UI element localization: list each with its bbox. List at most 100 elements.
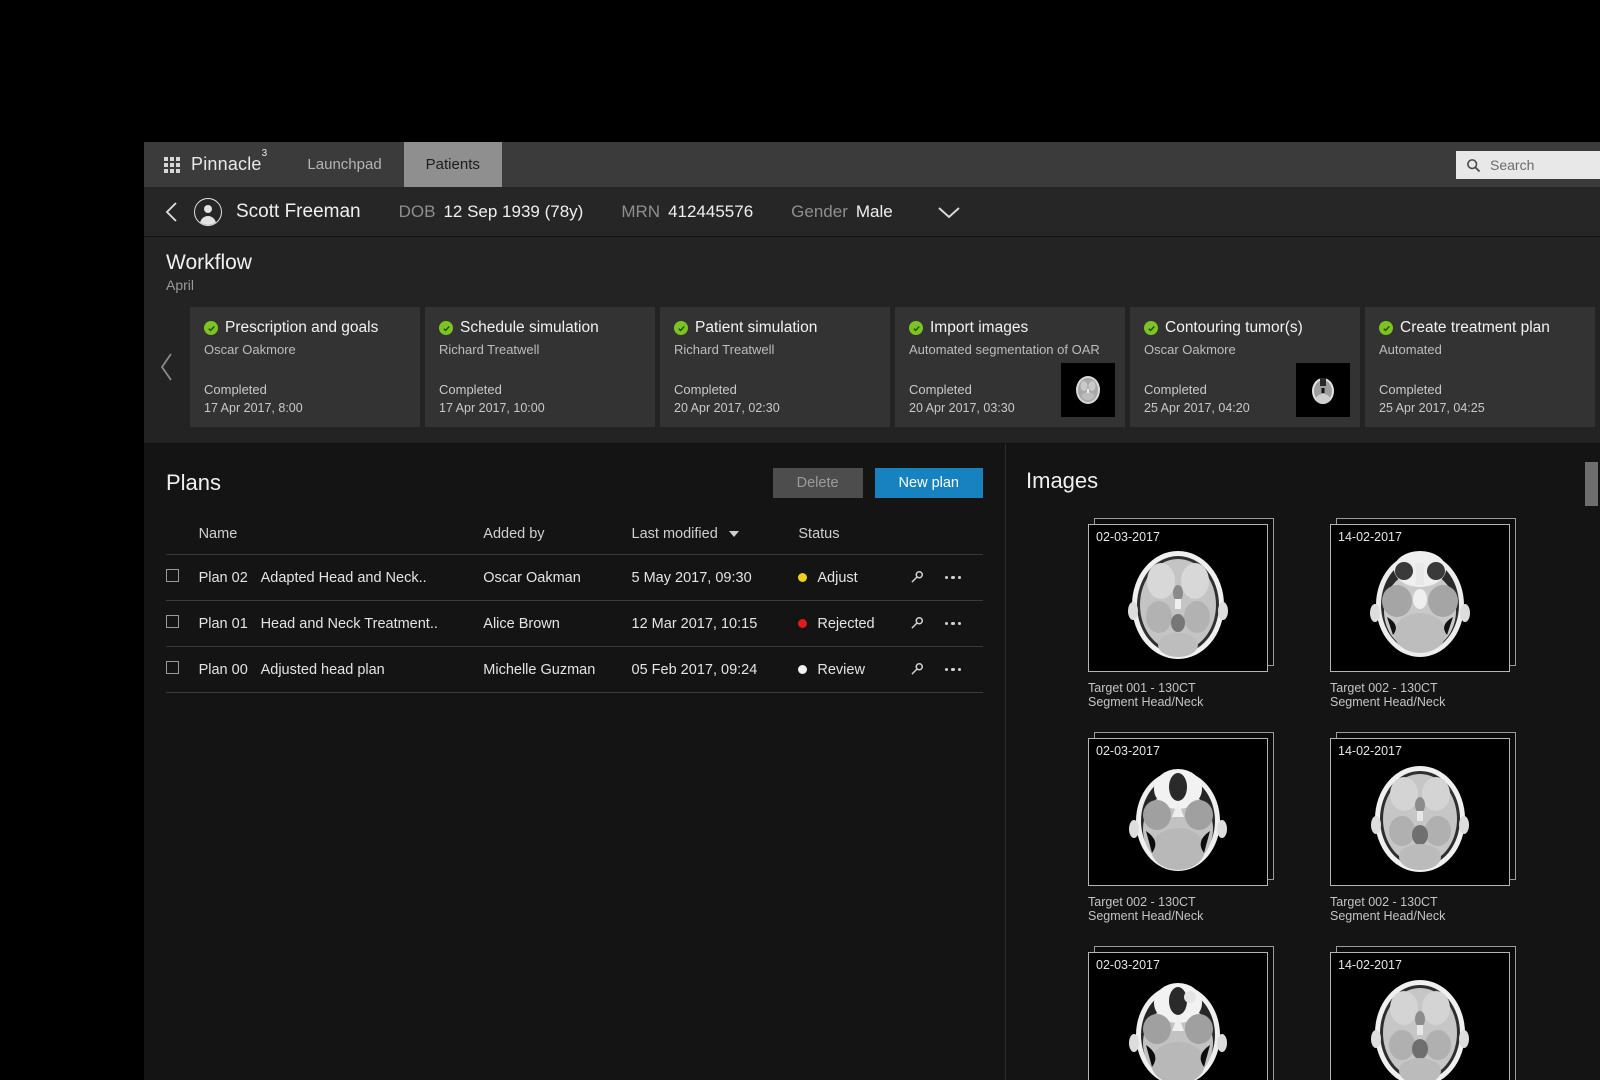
check-circle-icon: [674, 321, 688, 335]
workflow-card-title: Schedule simulation: [460, 319, 599, 336]
workflow-card-status: Completed: [1379, 382, 1442, 397]
images-scrollbar-thumb[interactable]: [1585, 462, 1598, 506]
chevron-down-icon[interactable]: [935, 203, 963, 221]
workflow-prev-button[interactable]: [144, 307, 190, 427]
dob-label: DOB: [398, 201, 436, 221]
pin-icon[interactable]: [908, 661, 945, 678]
ct-slice-image: [1331, 525, 1509, 671]
list-item[interactable]: 14-02-2017: [1330, 518, 1516, 710]
image-thumbnail-stack[interactable]: 02-03-2017: [1088, 518, 1274, 672]
plan-last-modified: 5 May 2017, 09:30: [631, 554, 799, 601]
image-date: 14-02-2017: [1338, 743, 1402, 758]
tab-patients[interactable]: Patients: [403, 142, 502, 187]
table-row[interactable]: Plan 02 Adapted Head and Neck.. Oscar Oak…: [166, 554, 983, 601]
image-frame: 02-03-2017: [1088, 737, 1268, 886]
row-checkbox[interactable]: [166, 569, 179, 582]
row-checkbox[interactable]: [166, 615, 179, 628]
workflow-card-header: Contouring tumor(s): [1144, 319, 1346, 337]
table-row[interactable]: Plan 01 Head and Neck Treatment.. Alice B…: [166, 600, 983, 647]
chevron-left-icon[interactable]: [164, 200, 180, 224]
plan-added-by: Oscar Oakman: [483, 554, 632, 601]
image-thumbnail-stack[interactable]: 14-02-2017: [1330, 945, 1516, 1080]
column-header-added-by[interactable]: Added by: [483, 526, 632, 555]
column-header-more: [944, 526, 983, 555]
workflow-card-prescription-and-goals[interactable]: Prescription and goals Oscar Oakmore Com…: [190, 307, 420, 427]
gender-label: Gender: [791, 201, 848, 221]
ct-slice-image: [1331, 738, 1509, 885]
list-item[interactable]: 02-03-2017: [1088, 945, 1274, 1080]
image-thumbnail-stack[interactable]: 02-03-2017: [1088, 945, 1274, 1080]
image-thumbnail-stack[interactable]: 14-02-2017: [1330, 731, 1516, 886]
more-options-icon[interactable]: [944, 667, 983, 672]
patient-name: Scott Freeman: [236, 200, 361, 222]
more-options-icon[interactable]: [944, 575, 983, 580]
workflow-card-thumbnail[interactable]: [1061, 363, 1115, 417]
workflow-month-label: April: [166, 277, 195, 293]
list-item[interactable]: 02-03-2017: [1088, 518, 1274, 710]
pin-icon[interactable]: [908, 615, 945, 632]
search-box[interactable]: Search: [1456, 151, 1600, 179]
patient-field-gender: Gender Male: [791, 202, 893, 222]
plan-pin-cell: [907, 554, 945, 601]
delete-button[interactable]: Delete: [772, 468, 863, 498]
search-icon: [1467, 158, 1481, 172]
workflow-card-schedule-simulation[interactable]: Schedule simulation Richard Treatwell Co…: [425, 307, 655, 427]
top-navigation-bar: Pinnacle3 Launchpad Patients Search: [144, 142, 1600, 187]
status-label: Rejected: [817, 615, 875, 632]
image-thumbnail-stack[interactable]: 14-02-2017: [1330, 518, 1516, 672]
column-header-name[interactable]: Name: [198, 526, 484, 555]
new-plan-button[interactable]: New plan: [874, 468, 983, 498]
pin-icon[interactable]: [908, 569, 945, 586]
last-modified-label: Last modified: [631, 526, 718, 542]
workflow-card-header: Prescription and goals: [204, 319, 406, 337]
more-options-icon[interactable]: [944, 621, 983, 626]
workflow-card-contouring-tumors[interactable]: Contouring tumor(s) Oscar Oakmore Comple…: [1130, 307, 1360, 427]
images-panel: Images 02-03-2017 Target 001 - 130CT Seg…: [1006, 444, 1600, 1080]
workflow-card-title: Patient simulation: [695, 319, 818, 336]
image-caption-line2: Segment Head/Neck: [1088, 695, 1204, 710]
brand-area[interactable]: Pinnacle3: [144, 142, 285, 187]
ct-slice-image: [1089, 952, 1267, 1080]
sort-descending-caret-icon: [728, 530, 739, 538]
workflow-card-thumbnail[interactable]: [1296, 363, 1350, 417]
image-caption: Target 001 - 130CT Segment Head/Neck: [1088, 681, 1268, 710]
plan-last-modified: 05 Feb 2017, 09:24: [631, 646, 799, 693]
image-caption-line2: Segment Head/Neck: [1330, 695, 1446, 710]
workflow-card-header: Import images: [909, 319, 1111, 337]
workflow-card-header: Schedule simulation: [439, 319, 641, 337]
pinnacle-application-window: Pinnacle3 Launchpad Patients Search Scot…: [144, 142, 1600, 1080]
table-row[interactable]: Plan 00 Adjusted head plan Michelle Guzma…: [166, 646, 983, 693]
app-grid-icon[interactable]: [164, 156, 180, 173]
status-label: Review: [817, 661, 865, 678]
brand-text: Pinnacle: [191, 154, 262, 174]
images-title: Images: [1026, 468, 1099, 493]
plan-name-cell: Plan 01 Head and Neck Treatment..: [198, 600, 484, 647]
workflow-card-status: Completed: [439, 382, 502, 397]
ct-slice-image: [1331, 952, 1509, 1080]
row-checkbox-cell: [166, 600, 199, 647]
column-header-status[interactable]: Status: [798, 526, 908, 555]
image-caption-line2: Segment Head/Neck: [1330, 909, 1446, 924]
plan-name-cell: Plan 02 Adapted Head and Neck..: [198, 554, 484, 601]
workflow-title: Workflow: [166, 251, 252, 274]
status-badge-dot: [798, 665, 808, 674]
search-placeholder[interactable]: Search: [1490, 157, 1534, 173]
workflow-card-patient-simulation[interactable]: Patient simulation Richard Treatwell Com…: [660, 307, 890, 427]
brand-superscript: 3: [261, 148, 268, 159]
gender-value: Male: [855, 201, 893, 221]
list-item[interactable]: 14-02-2017: [1330, 731, 1516, 924]
image-frame: 14-02-2017: [1330, 524, 1510, 672]
column-header-pin: [907, 526, 945, 555]
image-thumbnail-stack[interactable]: 02-03-2017: [1088, 731, 1274, 886]
list-item[interactable]: 02-03-2017: [1088, 731, 1274, 924]
column-header-last-modified[interactable]: Last modified: [631, 526, 799, 555]
workflow-card-status: Completed: [1144, 382, 1207, 397]
workflow-card-date: 25 Apr 2017, 04:25: [1379, 401, 1485, 415]
row-checkbox[interactable]: [166, 661, 179, 674]
workflow-card-person: Automated: [1379, 342, 1442, 357]
workflow-card-import-images[interactable]: Import images Automated segmentation of …: [895, 307, 1125, 427]
images-grid: 02-03-2017 Target 001 - 130CT Segment He…: [1026, 518, 1600, 1080]
tab-launchpad[interactable]: Launchpad: [285, 142, 403, 187]
workflow-card-create-treatment-plan[interactable]: Create treatment plan Automated Complete…: [1365, 307, 1595, 427]
list-item[interactable]: 14-02-2017: [1330, 945, 1516, 1080]
